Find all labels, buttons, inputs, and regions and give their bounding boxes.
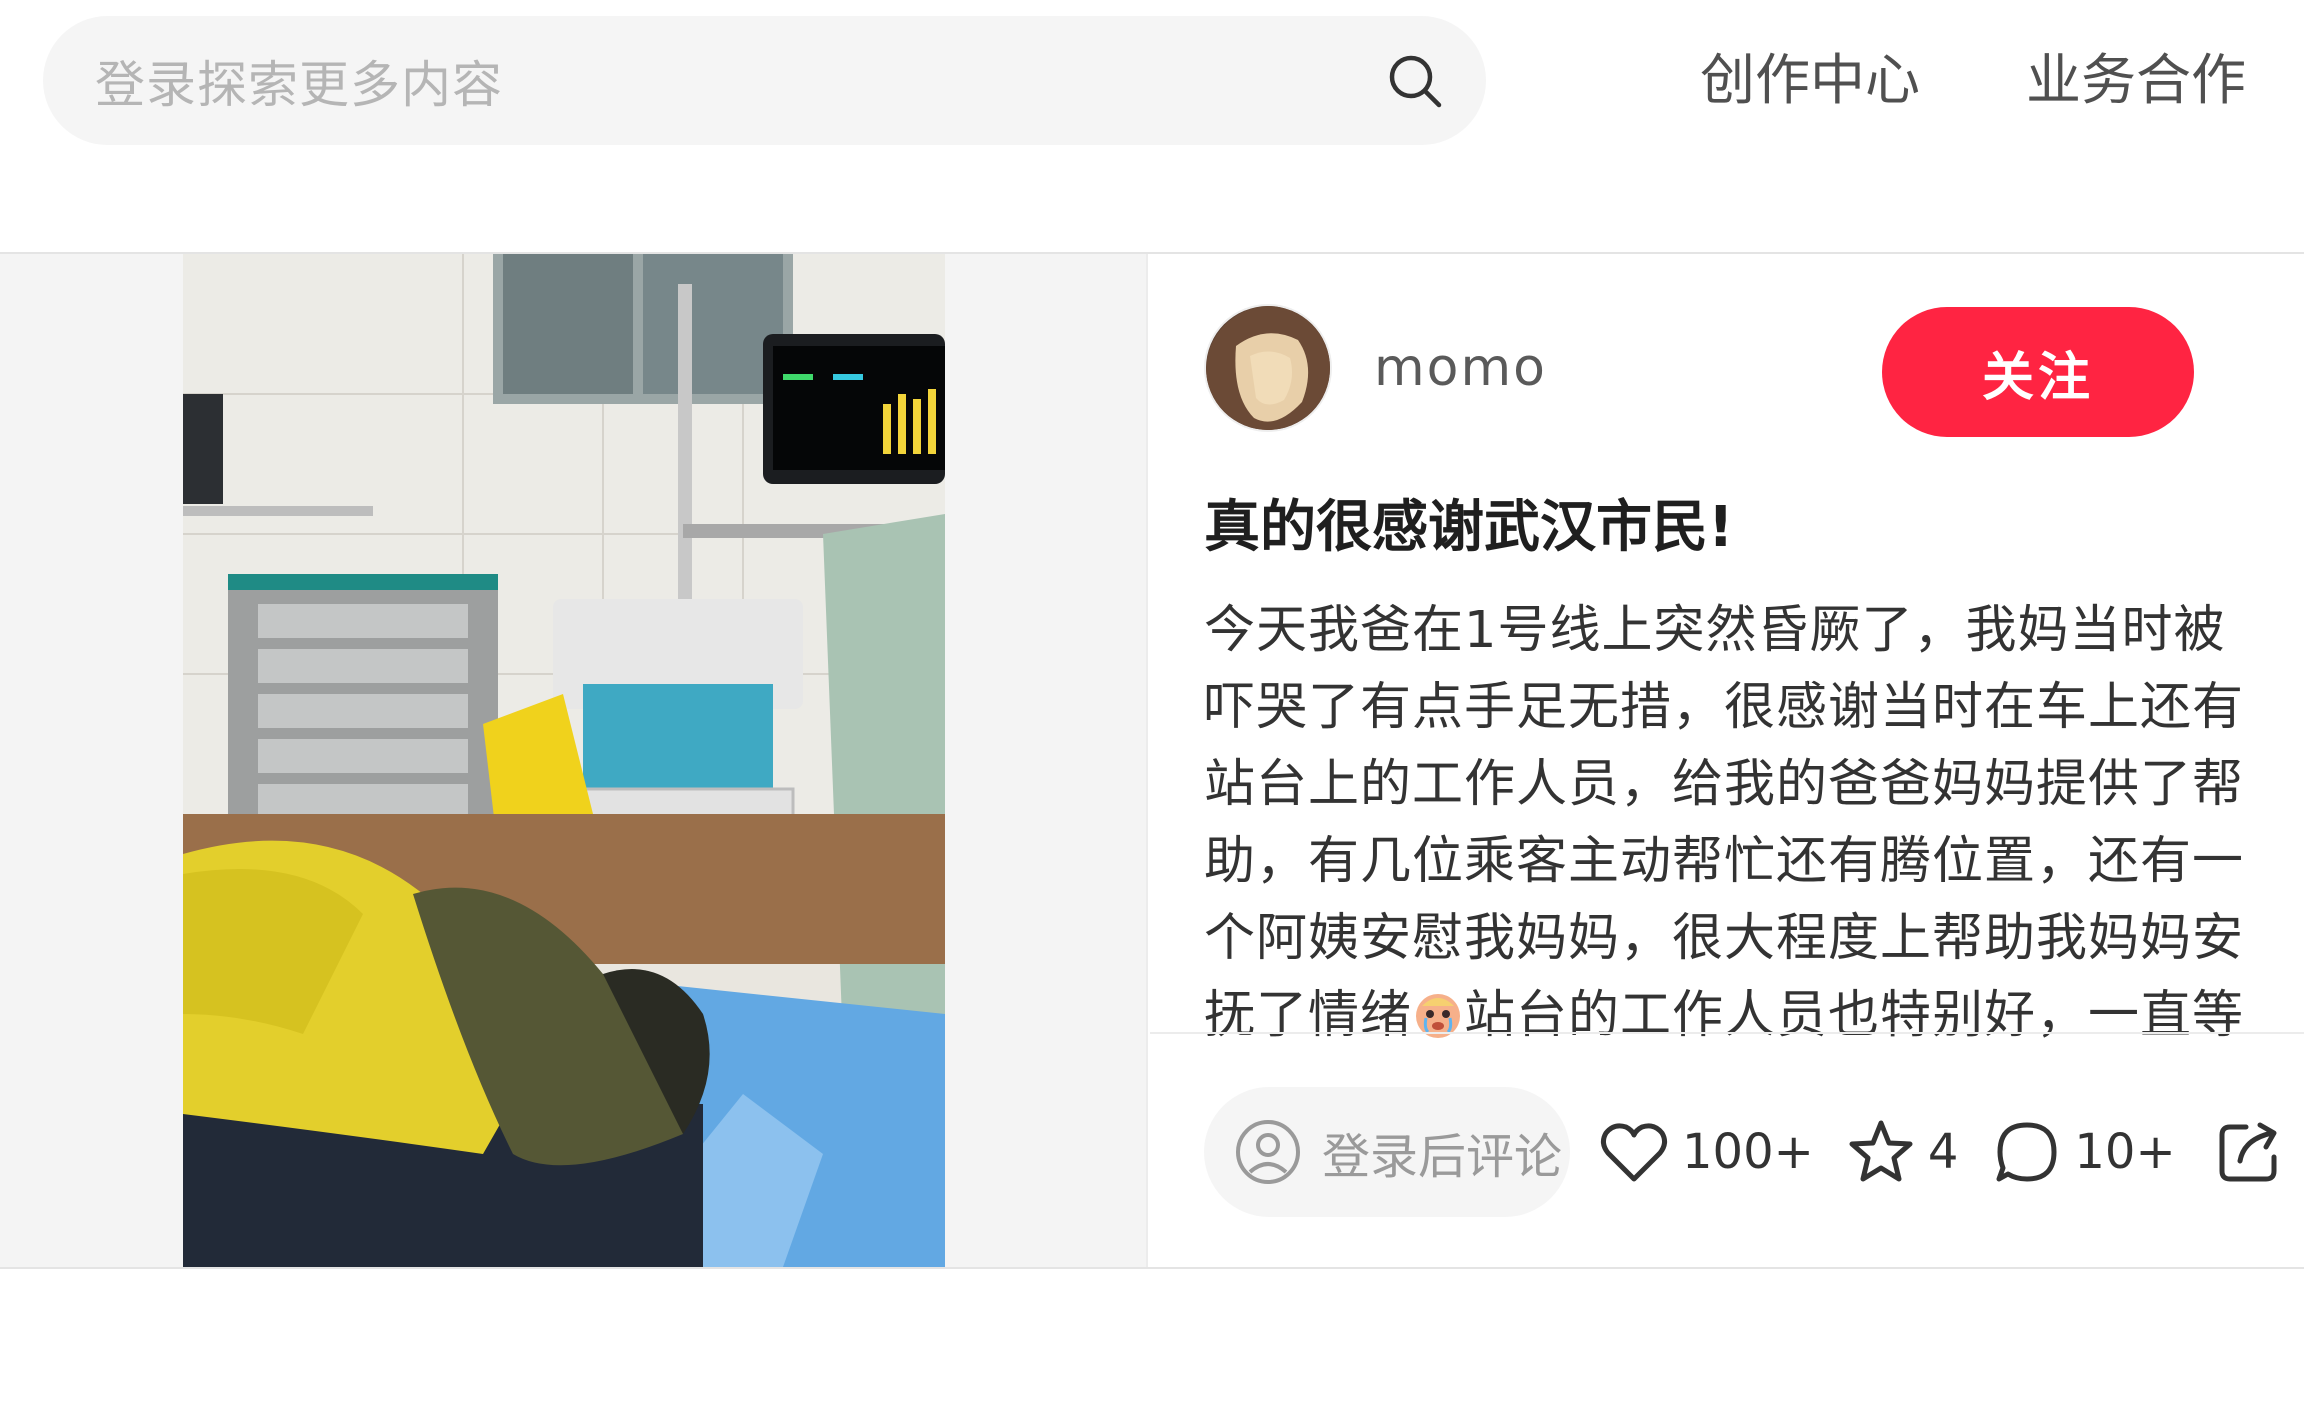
star-icon — [1848, 1119, 1914, 1185]
follow-button[interactable]: 关注 — [1882, 307, 2194, 437]
note-title: 真的很感谢武汉市民! — [1204, 495, 1734, 560]
like-button[interactable]: 100+ — [1600, 1121, 1814, 1183]
comment-button[interactable]: 10+ — [1994, 1119, 2176, 1185]
engagement-bar: 登录后评论 100+ 4 10+ — [1204, 1087, 2282, 1217]
crying-emoji — [1412, 985, 1464, 1038]
note-photo[interactable] — [183, 254, 945, 1267]
author-name[interactable]: momo — [1374, 338, 1547, 398]
media-pane — [0, 254, 1148, 1267]
collect-button[interactable]: 4 — [1848, 1119, 1959, 1185]
comment-input[interactable]: 登录后评论 — [1204, 1087, 1570, 1217]
search-input-placeholder[interactable]: 登录探索更多内容 — [95, 45, 1384, 117]
comment-icon — [1994, 1119, 2060, 1185]
note-card: momo 关注 真的很感谢武汉市民! 今天我爸在1号线上突然昏厥了，我妈当时被吓… — [0, 252, 2304, 1269]
nav-business-cooperation[interactable]: 业务合作 — [2026, 40, 2246, 120]
note-detail: momo 关注 真的很感谢武汉市民! 今天我爸在1号线上突然昏厥了，我妈当时被吓… — [1150, 254, 2304, 1267]
heart-icon — [1600, 1121, 1668, 1183]
search-bar[interactable]: 登录探索更多内容 — [43, 16, 1486, 145]
nav-creator-center[interactable]: 创作中心 — [1700, 40, 1920, 120]
note-text-part-2: 站台的工作人员也特别好，一直等 — [1464, 986, 2245, 1045]
divider — [1150, 1032, 2304, 1034]
note-text: 今天我爸在1号线上突然昏厥了，我妈当时被吓哭了有点手足无措，很感谢当时在车上还有… — [1204, 592, 2264, 1054]
comment-placeholder[interactable]: 登录后评论 — [1322, 1117, 1562, 1187]
collect-count: 4 — [1927, 1124, 1959, 1180]
user-icon — [1234, 1118, 1302, 1186]
like-count: 100+ — [1682, 1124, 1814, 1180]
share-icon — [2216, 1119, 2282, 1185]
top-nav: 创作中心 业务合作 — [1700, 40, 2246, 120]
note-text-part-1: 今天我爸在1号线上突然昏厥了，我妈当时被吓哭了有点手足无措，很感谢当时在车上还有… — [1204, 601, 2245, 1045]
avatar[interactable] — [1204, 304, 1332, 432]
search-icon[interactable] — [1384, 50, 1446, 112]
comment-count: 10+ — [2074, 1124, 2176, 1180]
author-row[interactable]: momo — [1204, 304, 1547, 432]
share-button[interactable] — [2216, 1119, 2282, 1185]
